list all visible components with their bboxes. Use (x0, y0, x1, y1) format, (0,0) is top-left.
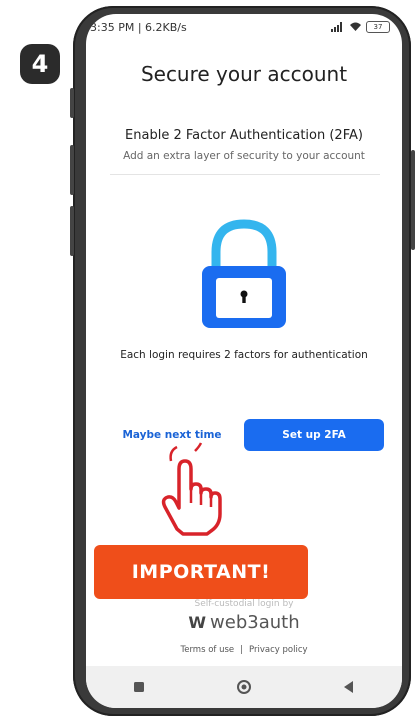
set-up-2fa-button[interactable]: Set up 2FA (244, 419, 384, 451)
wifi-icon (350, 22, 361, 31)
volume-down-key (70, 145, 74, 195)
page-heading: Enable 2 Factor Authentication (2FA) (125, 128, 363, 143)
important-callout: IMPORTANT! (94, 545, 308, 599)
square-icon (133, 682, 144, 692)
hand-pointer-icon (161, 442, 222, 536)
right-side-key (411, 150, 415, 250)
web3auth-logo-mark: W (188, 613, 207, 632)
phone-screen: 3:35 PM | 6.2KB/s 37 Secure your account… (86, 14, 402, 708)
web3auth-logo-text: web3auth (210, 612, 300, 633)
step-number: 4 (31, 50, 49, 78)
status-bar: 3:35 PM | 6.2KB/s 37 (86, 14, 402, 40)
volume-up-key (70, 88, 74, 118)
privacy-policy-link[interactable]: Privacy policy (249, 645, 308, 655)
status-time: 3:35 PM | 6.2KB/s (90, 20, 187, 34)
android-nav-bar (86, 666, 402, 708)
home-button[interactable] (229, 672, 259, 702)
battery-level: 37 (373, 23, 383, 31)
page-subheading: Add an extra layer of security to your a… (123, 150, 365, 162)
battery-icon: 37 (366, 21, 390, 33)
signal-icon (331, 22, 342, 32)
divider (110, 174, 380, 175)
footer-separator: | (240, 645, 244, 655)
important-callout-label: IMPORTANT! (131, 561, 271, 583)
recents-button[interactable] (124, 672, 154, 702)
power-key (70, 206, 74, 256)
footer-links: Terms of use | Privacy policy (86, 645, 402, 655)
page-title: Secure your account (140, 62, 348, 86)
back-button[interactable] (334, 672, 364, 702)
lock-icon (202, 219, 286, 328)
footer-tagline: Self-custodial login by (194, 599, 294, 609)
status-icons: 37 (331, 21, 390, 33)
step-number-badge: 4 (20, 44, 60, 84)
terms-of-use-link[interactable]: Terms of use (180, 645, 234, 655)
web3auth-logo: W web3auth (86, 612, 402, 633)
explanation-text: Each login requires 2 factors for authen… (120, 349, 368, 361)
circle-icon (236, 680, 251, 694)
triangle-back-icon (344, 681, 354, 693)
